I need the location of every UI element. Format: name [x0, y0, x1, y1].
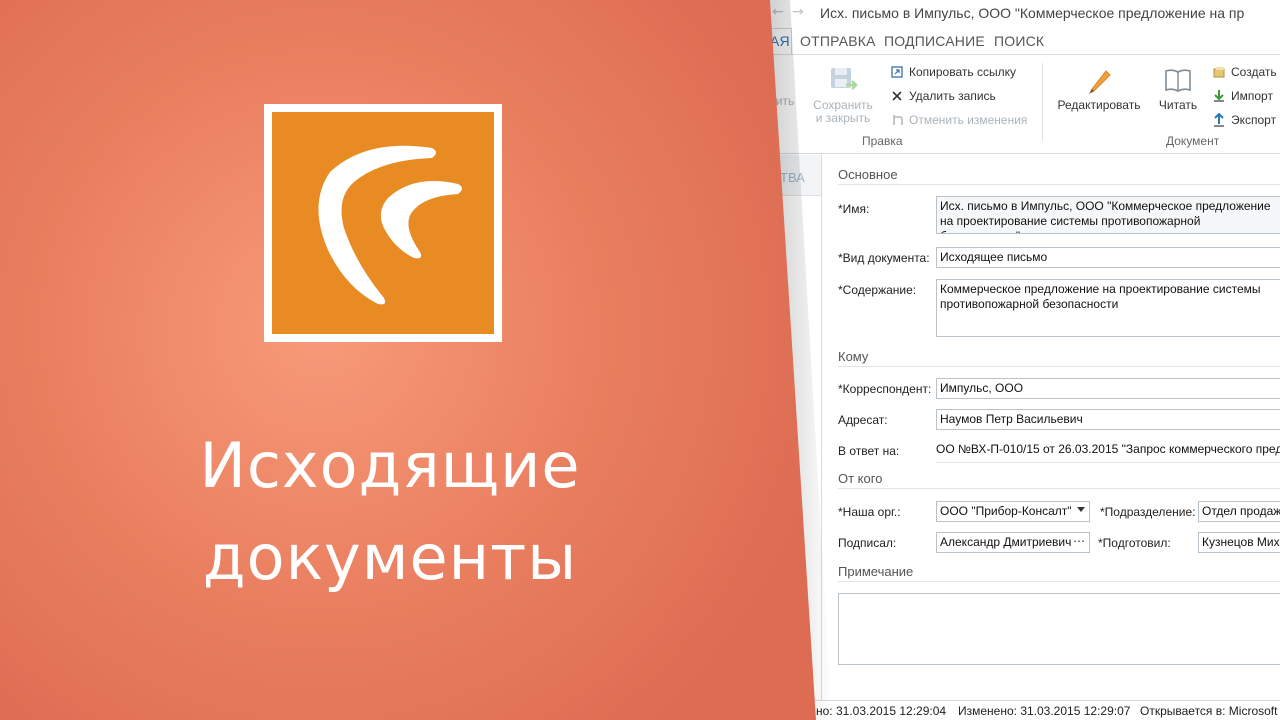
content-label: *Содержание:	[838, 283, 917, 297]
our-org-label: *Наша орг.:	[838, 505, 901, 519]
pencil-icon	[1088, 70, 1111, 95]
doctype-field[interactable]: Исходящее письмо	[936, 247, 1280, 268]
correspondent-label: *Корреспондент:	[838, 382, 932, 396]
tab-sending[interactable]: ОТПРАВКА	[800, 33, 876, 49]
save-close-icon	[831, 68, 858, 90]
cancel-changes-button[interactable]: Отменить изменения	[890, 113, 1027, 127]
chevron-down-icon[interactable]	[1077, 507, 1085, 512]
copy-link-label: Копировать ссылку	[909, 65, 1016, 79]
correspondent-field[interactable]: Импульс, ООО	[936, 378, 1280, 399]
back-arrow-icon[interactable]: ←	[772, 4, 784, 20]
ellipsis-icon[interactable]: ⋯	[1073, 534, 1085, 549]
content-field[interactable]: Коммерческое предложение на проектирован…	[936, 279, 1280, 337]
our-org-dropdown[interactable]: ООО "Прибор-Консалт"	[936, 501, 1090, 522]
group-label-document: Документ	[1166, 134, 1220, 148]
copy-link-icon	[891, 66, 903, 78]
tab-home[interactable]: АЯ	[770, 33, 790, 49]
import-arrow-icon	[1214, 90, 1224, 102]
status-opens-in: Открывается в: Microsoft	[1140, 704, 1278, 718]
delete-x-icon	[892, 91, 902, 101]
cancel-changes-label: Отменить изменения	[909, 113, 1028, 127]
left-panel-content	[760, 195, 821, 700]
section-divider	[838, 366, 1280, 367]
ribbon-tabs: АЯ ОТПРАВКА ПОДПИСАНИЕ ПОИСК	[760, 28, 1280, 54]
group-label-edit: Правка	[862, 134, 903, 148]
copy-link-button[interactable]: Копировать ссылку	[890, 65, 1016, 79]
title-bar: ← → Исх. письмо в Импульс, ООО "Коммерче…	[760, 0, 1280, 28]
open-book-icon	[1165, 69, 1191, 92]
read-button[interactable]: Читать	[1154, 65, 1202, 112]
signed-by-field[interactable]: Александр Дмитриевич ⋯	[936, 532, 1090, 553]
document-card-window: ← → Исх. письмо в Импульс, ООО "Коммерче…	[0, 0, 1280, 720]
section-main-title: Основное	[838, 167, 898, 182]
name-field[interactable]: Исх. письмо в Импульс, ООО "Коммерческое…	[936, 196, 1280, 234]
export-label: Экспорт	[1231, 113, 1277, 127]
signed-by-value: Александр Дмитриевич	[940, 535, 1072, 549]
status-modified: Изменено: 31.03.2015 12:29:07	[958, 704, 1131, 718]
left-panel-tab-label[interactable]: ТВА	[780, 170, 805, 185]
signed-by-label: Подписал:	[838, 536, 897, 550]
ribbon-separator	[1042, 63, 1043, 141]
name-label: *Имя:	[838, 202, 870, 216]
delete-record-button[interactable]: Удалить запись	[890, 89, 996, 103]
save-close-label-2: и закрыть	[815, 111, 871, 125]
forward-arrow-icon[interactable]: →	[792, 4, 804, 20]
reply-underline	[936, 462, 1280, 463]
prepared-by-field[interactable]: Кузнецов Миха	[1198, 532, 1280, 553]
status-created: но: 31.03.2015 12:29:04	[816, 704, 947, 718]
create-label: Создать	[1231, 65, 1277, 79]
delete-record-label: Удалить запись	[909, 89, 996, 103]
prepared-by-label: *Подготовил:	[1098, 536, 1171, 550]
create-button[interactable]: Создать	[1212, 65, 1277, 79]
ribbon: ить Сохранить и закрыть Копировать ссылк…	[760, 54, 1280, 154]
reply-to-link[interactable]: ОО №ВХ-П-010/15 от 26.03.2015 "Запрос ко…	[936, 440, 1280, 461]
section-divider	[838, 488, 1280, 489]
export-arrow-icon	[1214, 113, 1224, 127]
import-button[interactable]: Импорт	[1212, 89, 1273, 103]
section-to-title: Кому	[838, 349, 869, 364]
section-from-title: От кого	[838, 471, 883, 486]
tab-signing[interactable]: ПОДПИСАНИЕ	[884, 33, 985, 49]
import-label: Импорт	[1231, 89, 1273, 103]
edit-button[interactable]: Редактировать	[1056, 65, 1142, 112]
tab-search[interactable]: ПОИСК	[994, 33, 1044, 49]
undo-icon	[893, 115, 903, 125]
status-bar: но: 31.03.2015 12:29:04 Изменено: 31.03.…	[760, 700, 1280, 720]
note-textarea[interactable]	[838, 593, 1280, 665]
addressee-field[interactable]: Наумов Петр Васильевич	[936, 409, 1280, 430]
save-and-close-button[interactable]: Сохранить и закрыть	[810, 65, 876, 125]
department-field[interactable]: Отдел продаж	[1198, 501, 1280, 522]
our-org-value: ООО "Прибор-Консалт"	[940, 504, 1072, 518]
addressee-label: Адресат:	[838, 413, 888, 427]
window-title: Исх. письмо в Импульс, ООО "Коммерческое…	[820, 5, 1245, 21]
section-divider	[838, 581, 1280, 582]
department-label: *Подразделение:	[1100, 505, 1196, 519]
left-navigation-panel: ТВА	[760, 155, 822, 700]
doctype-label: *Вид документа:	[838, 251, 930, 265]
reply-to-label: В ответ на:	[838, 444, 900, 458]
edit-label: Редактировать	[1057, 98, 1141, 112]
section-note-title: Примечание	[838, 564, 914, 579]
save-button[interactable]: ить	[770, 95, 800, 108]
save-button-label: ить	[775, 94, 795, 108]
document-form: Основное *Имя: Исх. письмо в Импульс, ОО…	[822, 155, 1280, 700]
create-doc-icon	[1213, 67, 1225, 78]
export-button[interactable]: Экспорт	[1212, 113, 1276, 127]
section-divider	[838, 184, 1280, 185]
read-label: Читать	[1158, 98, 1198, 112]
